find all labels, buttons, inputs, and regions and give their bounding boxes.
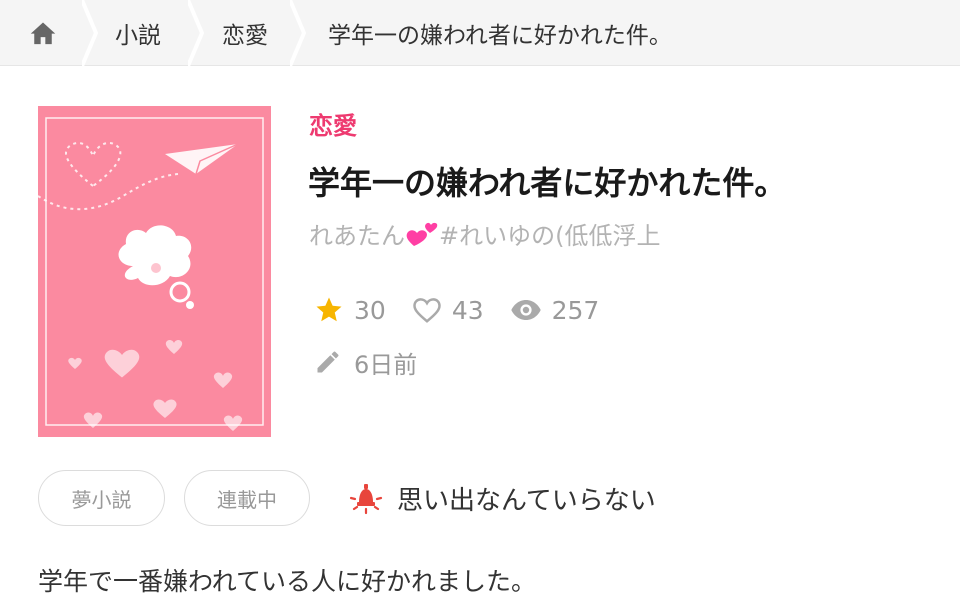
tag-serializing[interactable]: 連載中 — [184, 470, 310, 526]
breadcrumb-current: 学年一の嫌われ者に好かれた件。 — [328, 23, 672, 49]
like-count: 43 — [451, 295, 484, 325]
star-count: 30 — [354, 295, 386, 325]
cover-image[interactable] — [38, 106, 271, 437]
author-name[interactable]: れあたん #れいゆの(低低浮上 — [309, 216, 660, 251]
two-hearts-emoji — [406, 222, 438, 246]
home-icon — [30, 22, 56, 45]
eye-icon — [510, 298, 542, 322]
author-name-prefix: れあたん — [309, 222, 405, 250]
breadcrumb-separator — [188, 0, 205, 66]
breadcrumb-separator — [290, 0, 307, 66]
cover-illustration — [38, 117, 264, 431]
notice-text: 思い出なんていらない — [397, 485, 656, 516]
story-description: 学年で一番嫌われている人に好かれました。 — [38, 567, 537, 596]
author-name-suffix: #れいゆの(低低浮上 — [439, 222, 661, 250]
pencil-icon — [314, 348, 342, 376]
tag-dream-novel[interactable]: 夢小説 — [38, 470, 165, 526]
update-info: 6日前 — [314, 344, 417, 380]
breadcrumb-home[interactable] — [0, 0, 86, 66]
story-title: 学年一の嫌われ者に好かれた件。 — [308, 164, 787, 202]
breadcrumb-novel[interactable]: 小説 — [115, 0, 161, 66]
alert-light-icon — [349, 484, 383, 515]
breadcrumb-separator — [82, 0, 99, 66]
star-icon — [314, 295, 344, 325]
heart-outline-icon[interactable] — [412, 296, 442, 324]
updated-time: 6日前 — [354, 350, 418, 379]
breadcrumb: 小説 恋愛 学年一の嫌われ者に好かれた件。 — [0, 0, 960, 66]
story-stats: 30 43 257 — [314, 292, 625, 328]
breadcrumb-genre[interactable]: 恋愛 — [222, 0, 268, 66]
genre-label[interactable]: 恋愛 — [309, 106, 357, 141]
story-notice: 思い出なんていらない — [347, 478, 656, 518]
view-count: 257 — [551, 295, 600, 325]
